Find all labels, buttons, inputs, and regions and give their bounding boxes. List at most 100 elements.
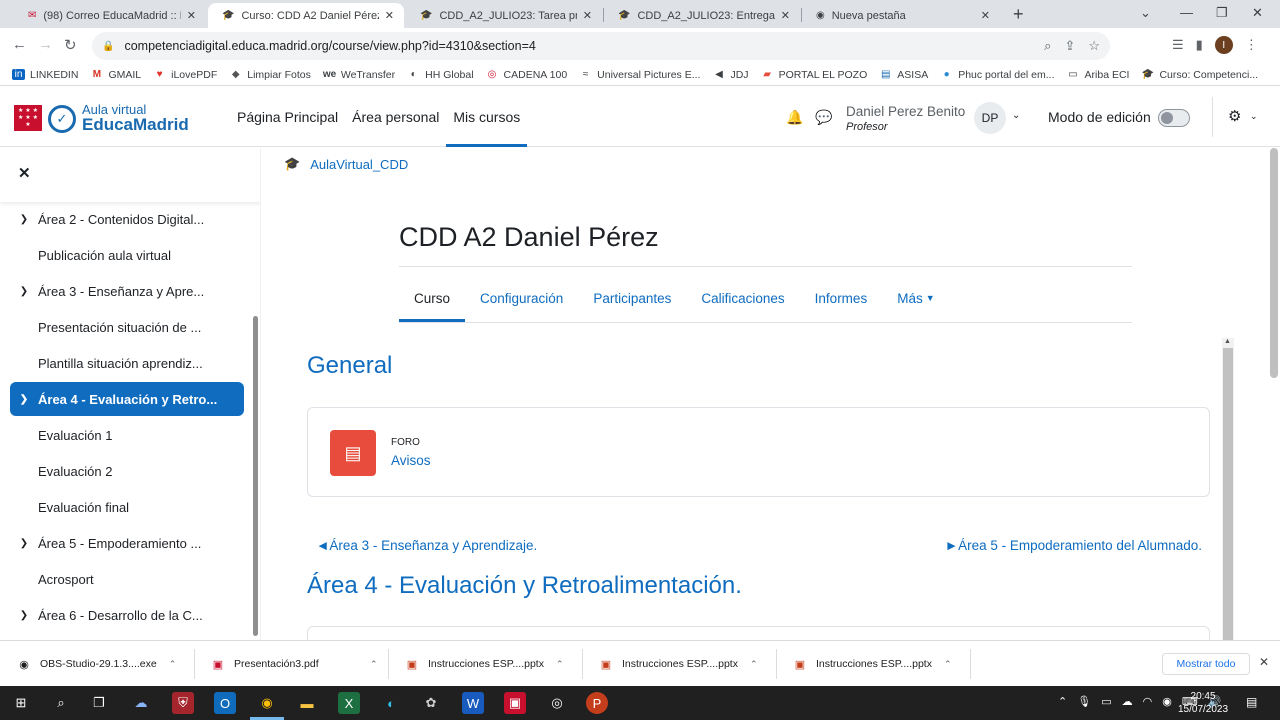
chevron-down-icon[interactable]: ❯ [10,214,38,225]
word-icon[interactable]: W [462,692,484,714]
app-tray-icon[interactable]: ◉ [1162,695,1172,708]
course-index-section[interactable]: ❯ Área 6 - Desarrollo de la C... [10,598,244,632]
chevron-up-icon[interactable]: ⌃ [556,659,564,670]
system-clock[interactable]: 20:45 15/07/2023 [1178,690,1228,716]
tab-curso[interactable]: Curso [399,274,466,322]
bookmark-item[interactable]: ▭ Ariba ECI [1067,69,1129,81]
close-icon[interactable]: ✕ [981,9,990,22]
forward-arrow-icon[interactable]: → [38,36,53,53]
course-index-activity[interactable]: Evaluación 2 [10,454,244,488]
close-icon[interactable]: ✕ [583,9,592,22]
bookmark-item[interactable]: ≈ Universal Pictures E... [579,69,701,81]
forum-icon[interactable]: ▤ [330,430,376,476]
gear-icon[interactable]: ⚙ [1228,107,1241,125]
bookmark-item[interactable]: ◀ JDJ [712,69,748,81]
activity-link[interactable]: Avisos [391,453,431,468]
menu-dots-icon[interactable]: ⋮ [1245,37,1258,53]
comunidad-madrid-logo[interactable]: ★ ★ ★ ★ ★ ★ ★ [14,105,42,131]
wifi-icon[interactable]: ◠ [1143,695,1153,708]
avatar[interactable]: DP [974,102,1006,134]
windows-start-icon[interactable]: ⊞ [10,692,32,714]
bookmark-item[interactable]: ◆ Limpiar Fotos [229,69,311,81]
reload-icon[interactable]: ↻ [64,36,77,54]
chat-bubble-icon[interactable]: 💬 [815,87,832,147]
maximize-icon[interactable]: ❐ [1216,5,1228,21]
bookmark-item[interactable]: ♥ iLovePDF [153,69,218,81]
new-tab-icon[interactable]: + [1013,4,1024,25]
download-item[interactable]: ▣ Instrucciones ESP....pptx ⌃ [792,641,962,687]
course-index-activity[interactable]: Presentación situación de ... [10,310,244,344]
nav-area-personal[interactable]: Área personal [345,87,446,147]
download-item[interactable]: ▣ Presentación3.pdf ⌃ [210,641,380,687]
powerpoint-icon[interactable]: P [586,692,608,714]
download-item[interactable]: ▣ Instrucciones ESP....pptx ⌃ [598,641,768,687]
bookmark-item[interactable]: M GMAIL [90,69,141,81]
tab-search-icon[interactable]: ⌄ [1140,5,1151,21]
chevron-up-icon[interactable]: ⌃ [750,659,758,670]
download-item[interactable]: ▣ Instrucciones ESP....pptx ⌃ [404,641,574,687]
obs-icon[interactable]: ◎ [546,692,568,714]
security-app-icon[interactable]: ⛨ [172,692,194,714]
edit-mode-toggle[interactable] [1158,109,1190,127]
cloud-icon[interactable]: ☁ [1122,695,1133,708]
folder-icon[interactable]: ▬ [296,692,318,714]
outlook-icon[interactable]: O [214,692,236,714]
course-index-activity[interactable]: Acrosport [10,562,244,596]
chrome-icon[interactable]: ◉ [256,692,278,714]
microphone-icon[interactable]: 🎙 [1077,695,1091,708]
breadcrumb[interactable]: 🎓 AulaVirtual_CDD [284,156,408,172]
content-scrollbar[interactable] [1223,348,1233,640]
close-icon[interactable]: ✕ [187,9,196,22]
bookmark-item[interactable]: in LINKEDIN [12,69,78,81]
app-icon[interactable]: ▣ [504,692,526,714]
user-menu[interactable]: Daniel Perez Benito Profesor [846,104,965,133]
tab-configuracion[interactable]: Configuración [465,274,578,322]
show-all-downloads-button[interactable]: Mostrar todo [1162,653,1250,675]
share-icon[interactable]: ⇪ [1064,38,1075,54]
browser-tab-entrega-tarea[interactable]: 🎓 CDD_A2_JULIO23: Entrega Tarea ✕ [604,3,800,28]
browser-tab-nueva[interactable]: ◉ Nueva pestaña ✕ [802,3,1000,28]
close-icon[interactable]: ✕ [1259,655,1269,669]
bookmark-item[interactable]: 🎓 Curso: Competenci... [1141,69,1258,81]
next-section-link[interactable]: ►Área 5 - Empoderamiento del Alumnado. [945,538,1202,553]
breadcrumb-link[interactable]: AulaVirtual_CDD [310,157,408,172]
chevron-down-icon[interactable]: ❯ [10,538,38,549]
close-icon[interactable]: ✕ [18,164,31,182]
close-window-icon[interactable]: ✕ [1252,5,1263,21]
course-index-section[interactable]: ❯ Área 5 - Empoderamiento ... [10,526,244,560]
logo-line2[interactable]: EducaMadrid [82,115,189,135]
nav-mis-cursos[interactable]: Mis cursos [446,87,528,147]
chevron-down-icon[interactable]: ❯ [10,394,38,405]
bell-icon[interactable]: 🔔 [786,87,803,147]
profile-avatar[interactable]: I [1214,36,1233,54]
chevron-up-icon[interactable]: ⌃ [944,659,952,670]
course-index-activity[interactable]: Evaluación 1 [10,418,244,452]
bookmark-item[interactable]: ▰ PORTAL EL POZO [761,69,867,81]
side-panel-icon[interactable]: ▮ [1196,37,1203,53]
course-index-section-current[interactable]: ❯ Área 4 - Evaluación y Retro... [10,382,244,416]
course-index-section[interactable]: ❯ Área 3 - Enseñanza y Apre... [10,274,244,308]
tab-participantes[interactable]: Participantes [578,274,686,322]
close-icon[interactable]: ✕ [781,9,790,22]
tab-calificaciones[interactable]: Calificaciones [686,274,799,322]
tab-informes[interactable]: Informes [800,274,883,322]
download-item[interactable]: ◉ OBS-Studio-29.1.3....exe ⌃ [16,641,186,687]
nav-pagina-principal[interactable]: Página Principal [230,87,345,147]
bookmark-item[interactable]: ◐ HH Global [407,69,474,81]
notification-icon[interactable]: ▤ [1246,695,1257,709]
drawer-scrollbar[interactable] [253,316,258,636]
minimize-icon[interactable]: — [1180,5,1193,20]
chevron-up-icon[interactable]: ⌃ [370,659,378,670]
bookmark-item[interactable]: ● Phuc portal del em... [940,69,1055,81]
bookmark-item[interactable]: ▤ ASISA [879,69,928,81]
chevron-down-icon[interactable]: ❯ [10,286,38,297]
battery-icon[interactable]: ▭ [1101,695,1111,708]
previous-section-link[interactable]: ◄Área 3 - Enseñanza y Aprendizaje. [316,538,537,553]
chevron-down-icon[interactable]: ❯ [10,610,38,621]
chevron-up-icon[interactable]: ⌃ [1058,695,1067,708]
bookmark-item[interactable]: ◎ CADENA 100 [486,69,568,81]
task-view-icon[interactable]: ❐ [88,692,110,714]
chevron-down-icon[interactable]: ⌄ [1250,111,1258,122]
excel-icon[interactable]: X [338,692,360,714]
course-index-activity[interactable]: Plantilla situación aprendiz... [10,346,244,380]
